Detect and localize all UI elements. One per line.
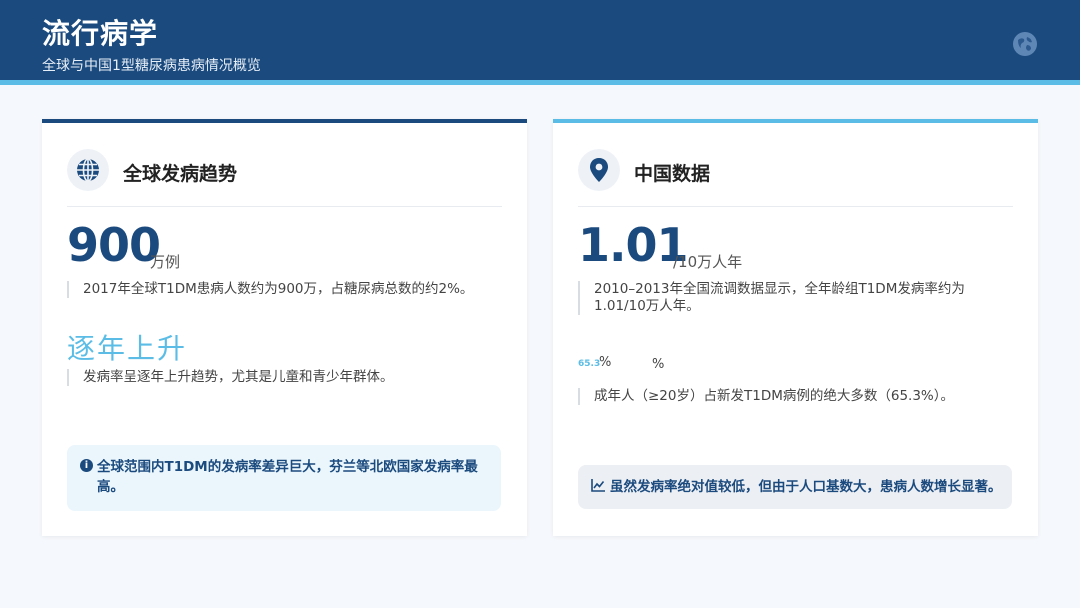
page-title: 流行病学: [42, 17, 159, 50]
trend-callout: 虽然发病率绝对值较低，但由于人口基数大，患病人数增长显著。: [578, 465, 1012, 509]
global-trend-card: 全球发病趋势 900 万例 2017年全球T1DM患病人数约为900万，占糖尿病…: [42, 119, 527, 536]
card-icon-wrap: [578, 149, 620, 191]
pct-note: 成年人（≥20岁）占新发T1DM病例的绝大多数（65.3%）。: [578, 388, 1008, 405]
globe-icon: [77, 158, 99, 182]
pct-value: 65.3: [578, 359, 601, 369]
stat-unit: /10万人年: [673, 253, 743, 271]
divider: [578, 206, 1013, 207]
trend-note: 发病率呈逐年上升趋势，尤其是儿童和青少年群体。: [67, 369, 497, 386]
header-accent-line: [0, 80, 1080, 85]
callout-text: 全球范围内T1DM的发病率差异巨大，芬兰等北欧国家发病率最高。: [97, 459, 478, 495]
stat-note: 2017年全球T1DM患病人数约为900万，占糖尿病总数的约2%。: [67, 281, 497, 298]
card-title: 全球发病趋势: [123, 163, 238, 185]
stat-unit: 万例: [150, 253, 181, 271]
callout-text: 虽然发病率绝对值较低，但由于人口基数大，患病人数增长显著。: [610, 479, 1002, 495]
divider: [67, 206, 502, 207]
header-bar: 流行病学 全球与中国1型糖尿病患病情况概览: [0, 0, 1080, 80]
globe-logo-icon: [1013, 32, 1037, 56]
info-callout: i 全球范围内T1DM的发病率差异巨大，芬兰等北欧国家发病率最高。: [67, 445, 501, 511]
pct-sign: %: [599, 355, 612, 370]
stat-note: 2010–2013年全国流调数据显示，全年龄组T1DM发病率约为1.01/10万…: [578, 281, 1008, 315]
info-icon: i: [80, 459, 93, 472]
china-data-card: 中国数据 1.01 /10万人年 2010–2013年全国流调数据显示，全年龄组…: [553, 119, 1038, 536]
card-title: 中国数据: [634, 163, 711, 185]
chart-line-icon: [591, 479, 605, 492]
stat-value: 1.01: [578, 218, 688, 272]
pct-sign: %: [652, 357, 665, 372]
card-icon-wrap: [67, 149, 109, 191]
map-pin-icon: [590, 158, 608, 182]
trend-value: 逐年上升: [67, 332, 188, 365]
stat-value: 900: [67, 218, 161, 272]
page-subtitle: 全球与中国1型糖尿病患病情况概览: [42, 58, 261, 74]
